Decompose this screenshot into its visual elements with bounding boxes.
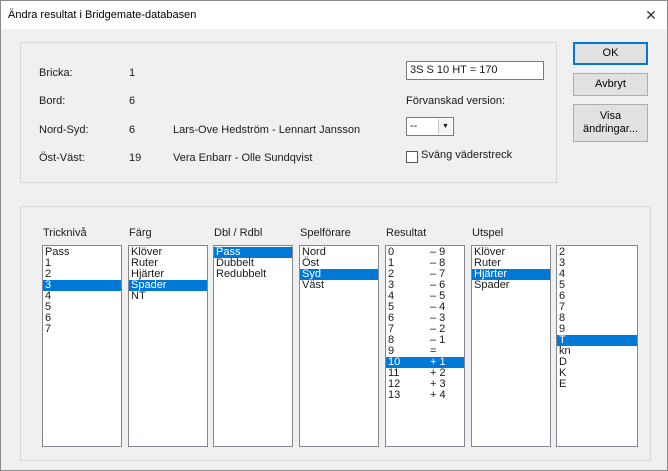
chevron-down-icon[interactable]: ▼	[438, 119, 452, 134]
declarer-list[interactable]: Nord Öst Syd Väst	[299, 245, 379, 447]
dialog-window: Ändra resultat i Bridgemate-databasen ✕ …	[0, 0, 668, 471]
list-item[interactable]: 9	[557, 324, 637, 335]
ns-value: 6	[129, 124, 136, 136]
close-icon[interactable]: ✕	[641, 6, 661, 24]
result-relative: + 4	[430, 389, 446, 401]
list-item[interactable]: 6	[43, 313, 121, 324]
result-header: Resultat	[386, 227, 427, 239]
list-item[interactable]: Pass	[43, 247, 121, 258]
dbl-list[interactable]: Pass Dubbelt Redubbelt	[213, 245, 293, 447]
list-item[interactable]: Spader	[472, 280, 550, 291]
declarer-header: Spelförare	[300, 227, 351, 239]
result-tricks: 13	[388, 389, 401, 401]
list-item[interactable]: D	[557, 357, 637, 368]
ew-value: 19	[129, 152, 142, 164]
show-changes-label-2: ändringar...	[582, 123, 639, 135]
title-bar: Ändra resultat i Bridgemate-databasen ✕	[1, 1, 667, 29]
table-value: 6	[129, 95, 136, 107]
list-item[interactable]: 3– 6	[386, 280, 464, 291]
table-label: Bord:	[39, 95, 66, 107]
cancel-button[interactable]: Avbryt	[573, 73, 648, 96]
list-item[interactable]: 0– 9	[386, 247, 464, 258]
list-item[interactable]: 2– 7	[386, 269, 464, 280]
list-item[interactable]: kn	[557, 346, 637, 357]
list-item[interactable]: 2	[557, 247, 637, 258]
corrupted-version-select[interactable]: -- ▼	[406, 117, 454, 136]
lead-card-list[interactable]: 2 3 4 5 6 7 8 9 Tkn D K E	[556, 245, 638, 447]
list-item[interactable]: 7– 2	[386, 324, 464, 335]
list-item[interactable]: 4	[43, 291, 121, 302]
list-item[interactable]: 7	[557, 302, 637, 313]
swap-direction-label: Sväng väderstreck	[421, 149, 513, 161]
list-item[interactable]: 5	[43, 302, 121, 313]
ns-names: Lars-Ove Hedström - Lennart Jansson	[173, 124, 361, 136]
show-changes-label-1: Visa	[599, 110, 622, 122]
level-list[interactable]: Pass 1 2 3 4 5 6 7	[42, 245, 122, 447]
lead-suit-list[interactable]: Klöver Ruter Hjärter Spader	[471, 245, 551, 447]
list-item[interactable]: 8– 1	[386, 335, 464, 346]
color-list[interactable]: Klöver Ruter Hjärter Spader NT	[128, 245, 208, 447]
dbl-header: Dbl / Rdbl	[214, 227, 263, 239]
list-item[interactable]: 3	[557, 258, 637, 269]
ok-button-label: OK	[602, 47, 619, 59]
list-item[interactable]: 4– 5	[386, 291, 464, 302]
list-item[interactable]: 6	[557, 291, 637, 302]
list-item[interactable]: 8	[557, 313, 637, 324]
show-changes-button[interactable]: Visa ändringar...	[573, 104, 648, 142]
list-item[interactable]: E	[557, 379, 637, 390]
list-item[interactable]: 5– 4	[386, 302, 464, 313]
list-item[interactable]: 6– 3	[386, 313, 464, 324]
list-item[interactable]: Redubbelt	[214, 269, 292, 280]
ew-names: Vera Enbarr - Olle Sundqvist	[173, 152, 313, 164]
result-list[interactable]: 0– 9 1– 8 2– 7 3– 6 4– 5 5– 4 6– 3 7– 2 8– 1 9 = 10…	[385, 245, 465, 447]
corrupted-version-value: --	[410, 120, 418, 132]
list-item[interactable]: 1	[43, 258, 121, 269]
swap-direction-checkbox[interactable]	[406, 151, 418, 163]
ok-button[interactable]: OK	[573, 42, 648, 65]
list-item[interactable]: 2	[43, 269, 121, 280]
cancel-button-label: Avbryt	[595, 78, 626, 90]
list-item[interactable]: Väst	[300, 280, 378, 291]
list-item[interactable]: 7	[43, 324, 121, 335]
ew-label: Öst-Väst:	[39, 152, 85, 164]
result-text-field[interactable]: 3S S 10 HT = 170	[406, 61, 544, 80]
level-header: Tricknivå	[43, 227, 87, 239]
corrupted-version-label: Förvanskad version:	[406, 95, 506, 107]
list-item[interactable]: K	[557, 368, 637, 379]
list-item[interactable]: 1– 8	[386, 258, 464, 269]
board-value: 1	[129, 67, 136, 79]
color-header: Färg	[129, 227, 152, 239]
window-title: Ändra resultat i Bridgemate-databasen	[8, 9, 197, 21]
list-item[interactable]: NT	[129, 291, 207, 302]
ns-label: Nord-Syd:	[39, 124, 89, 136]
board-label: Bricka:	[39, 67, 73, 79]
list-item[interactable]: 3	[43, 280, 121, 291]
list-item[interactable]: 5	[557, 280, 637, 291]
list-item[interactable]: 4	[557, 269, 637, 280]
list-item[interactable]: 13 + 4	[386, 390, 464, 401]
lead-header: Utspel	[472, 227, 504, 239]
